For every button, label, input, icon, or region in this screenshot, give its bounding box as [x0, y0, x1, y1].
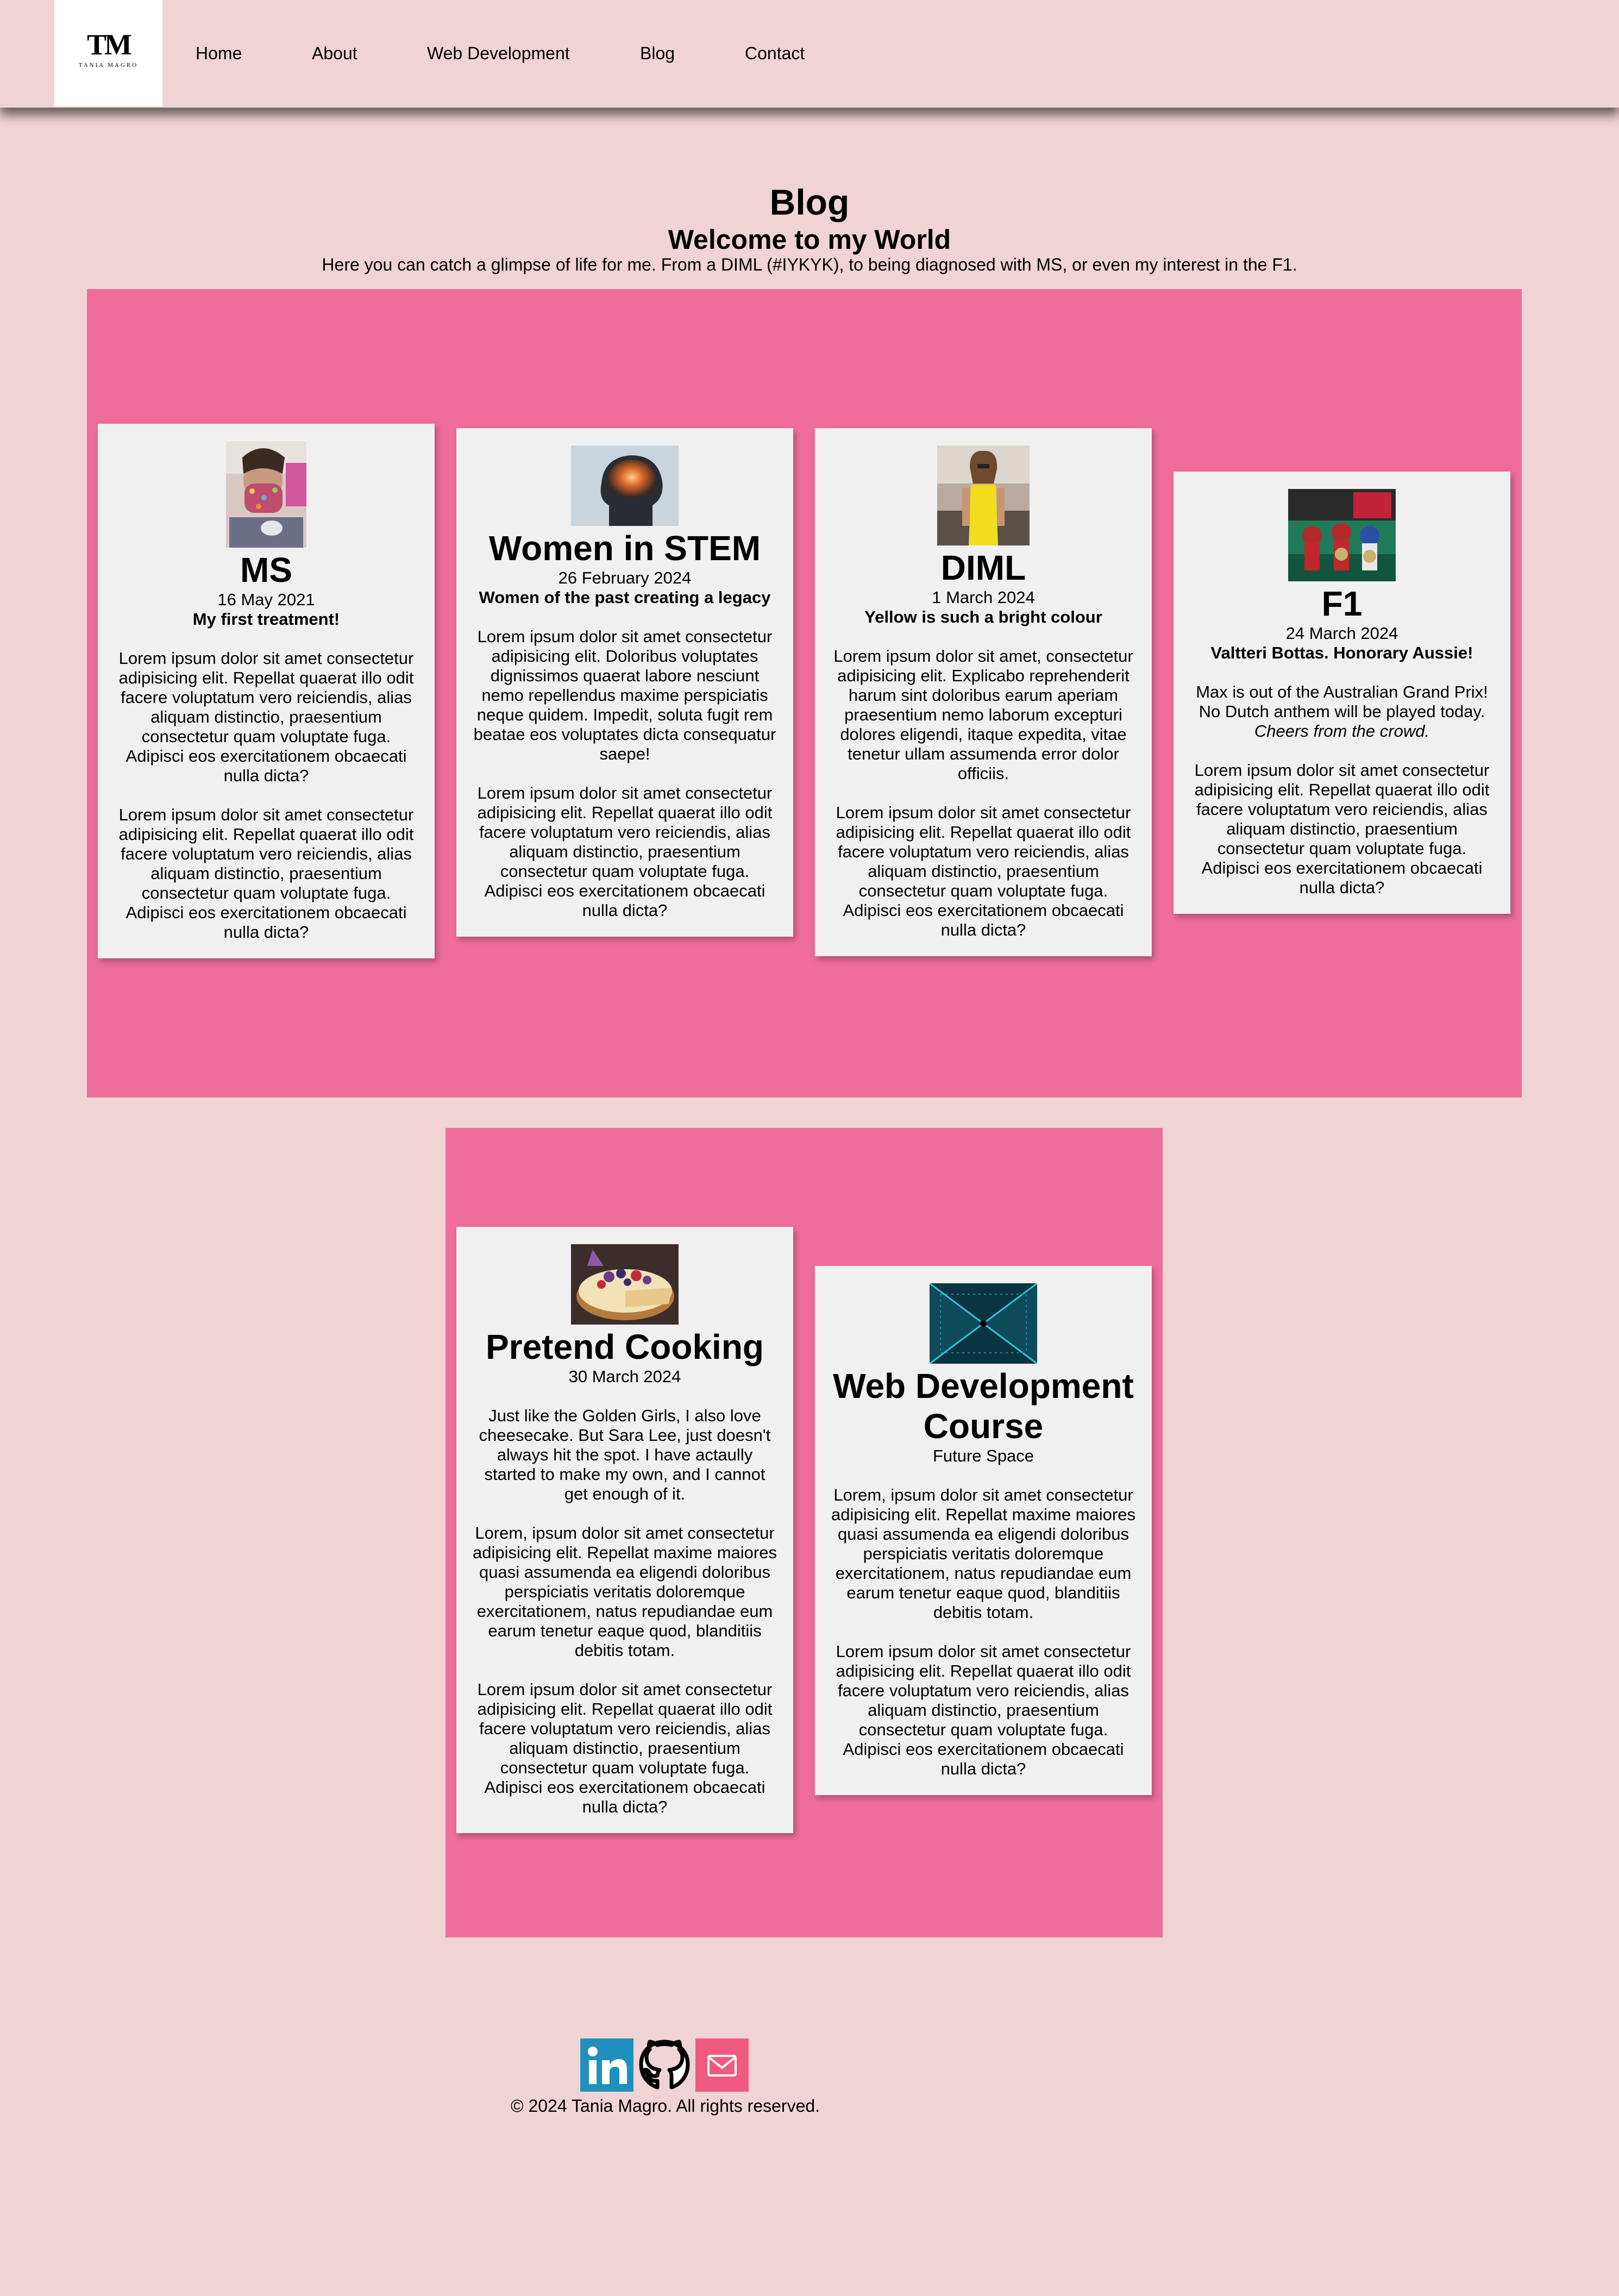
logo-subtitle: TANIA MAGRO — [78, 62, 139, 68]
post-date: 16 May 2021 — [217, 590, 315, 609]
post-title: Women in STEM — [488, 529, 761, 568]
post-paragraph: Lorem ipsum dolor sit amet consectetur a… — [118, 805, 414, 942]
nav-home[interactable]: Home — [196, 42, 242, 64]
post-title: DIML — [940, 548, 1026, 587]
post-paragraph: Lorem ipsum dolor sit amet consectetur a… — [477, 783, 773, 920]
post-date: 24 March 2024 — [1285, 624, 1398, 643]
mail-icon[interactable] — [695, 2038, 749, 2092]
post-title: F1 — [1321, 584, 1363, 623]
post-intro: Max is out of the Australian Grand Prix!… — [1189, 682, 1495, 741]
post-paragraph: Lorem, ipsum dolor sit amet consectetur … — [473, 1523, 777, 1660]
post-paragraph: Lorem ipsum dolor sit amet consectetur a… — [836, 803, 1131, 939]
nav-about[interactable]: About — [312, 42, 357, 64]
blog-card-diml: DIML 1 March 2024 Yellow is such a brigh… — [815, 428, 1152, 956]
nav-blog[interactable]: Blog — [640, 42, 675, 64]
diml-photo — [937, 446, 1030, 545]
post-paragraph: Lorem ipsum dolor sit amet consectetur a… — [836, 1642, 1131, 1778]
site-header: TM TANIA MAGRO Home About Web Developmen… — [0, 0, 1619, 108]
blog-card-pretend-cooking: Pretend Cooking 30 March 2024 Just like … — [456, 1227, 793, 1833]
linkedin-icon[interactable] — [580, 2038, 633, 2092]
logo[interactable]: TM TANIA MAGRO — [54, 0, 162, 106]
blog-card-web-development-course: Web Development Course Future Space Lore… — [815, 1266, 1152, 1795]
blog-card-women-in-stem: Women in STEM 26 February 2024 Women of … — [456, 428, 793, 937]
copyright-text: © 2024 Tania Magro. All rights reserved. — [511, 2096, 820, 2116]
logo-mark: TM — [87, 28, 132, 61]
post-subtitle: My first treatment! — [192, 610, 340, 629]
page-title: Blog — [769, 182, 850, 222]
post-date: 1 March 2024 — [932, 588, 1035, 607]
post-paragraph: Lorem, ipsum dolor sit amet consectetur … — [831, 1485, 1135, 1622]
blog-card-ms: MS 16 May 2021 My first treatment! Lorem… — [98, 424, 435, 958]
f1-podium-photo — [1288, 489, 1396, 581]
post-paragraph: Lorem ipsum dolor sit amet consectetur a… — [1194, 761, 1490, 897]
page-description: Here you can catch a glimpse of life for… — [322, 255, 1297, 274]
post-paragraph: Lorem ipsum dolor sit amet consectetur a… — [473, 627, 776, 763]
post-subtitle: Women of the past creating a legacy — [479, 588, 771, 607]
nav-web-development[interactable]: Web Development — [427, 42, 570, 64]
github-icon[interactable] — [638, 2038, 691, 2092]
post-title: Web Development Course — [833, 1366, 1134, 1446]
post-paragraph: Lorem ipsum dolor sit amet consectetur a… — [477, 1680, 773, 1816]
post-date: Future Space — [932, 1446, 1034, 1465]
post-intro-italic: Cheers from the crowd. — [1254, 722, 1430, 741]
post-paragraph: Lorem ipsum dolor sit amet, consectetur … — [833, 647, 1133, 783]
nav-contact[interactable]: Contact — [745, 42, 805, 64]
women-in-stem-image — [571, 446, 679, 526]
cheesecake-photo — [571, 1244, 679, 1325]
ms-photo — [226, 441, 306, 548]
post-paragraph: Just like the Golden Girls, I also love … — [479, 1406, 771, 1503]
web-development-image — [930, 1283, 1037, 1364]
blog-card-f1: F1 24 March 2024 Valtteri Bottas. Honora… — [1174, 472, 1510, 914]
post-intro-text: Max is out of the Australian Grand Prix!… — [1196, 682, 1488, 721]
post-paragraph: Lorem ipsum dolor sit amet consectetur a… — [118, 649, 414, 785]
post-subtitle: Valtteri Bottas. Honorary Aussie! — [1210, 643, 1473, 662]
post-title: MS — [240, 550, 292, 589]
post-date: 26 February 2024 — [558, 568, 692, 587]
post-title: Pretend Cooking — [485, 1327, 764, 1366]
post-date: 30 March 2024 — [568, 1367, 681, 1386]
post-subtitle: Yellow is such a bright colour — [864, 607, 1102, 626]
page-subtitle: Welcome to my World — [668, 224, 951, 255]
